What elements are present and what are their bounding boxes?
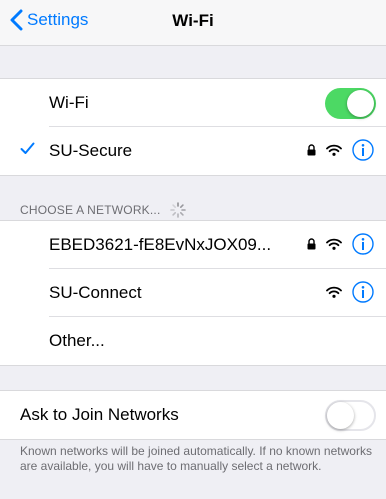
checkmark-icon [20,142,35,154]
info-icon[interactable] [352,233,374,255]
ask-to-join-footer: Known networks will be joined automatica… [20,444,372,473]
network-row[interactable]: EBED3621-fE8EvNxJOX09... [0,221,386,269]
wifi-toggle-knob [347,90,374,117]
wifi-group: Wi-Fi SU-Secure [0,78,386,176]
wifi-toggle[interactable] [325,88,376,119]
lock-icon [307,144,316,156]
connected-network-row[interactable]: SU-Secure [0,127,386,175]
ask-to-join-label: Ask to Join Networks [20,405,179,424]
networks-group: EBED3621-fE8EvNxJOX09... SU-Connect Othe… [0,220,386,366]
choose-network-label: CHOOSE A NETWORK... [20,203,161,217]
wifi-icon [326,144,342,156]
lock-icon [307,238,316,250]
other-network-label: Other... [49,331,105,350]
navigation-bar: Settings Wi-Fi [0,0,386,46]
choose-network-header: CHOOSE A NETWORK... [20,201,187,219]
ask-to-join-row: Ask to Join Networks [0,391,386,439]
info-icon[interactable] [352,139,374,161]
wifi-icon [326,238,342,250]
network-row[interactable]: SU-Connect [0,269,386,317]
wifi-label: Wi-Fi [49,93,89,112]
spinner-icon [169,202,186,218]
network-name: SU-Connect [49,283,142,302]
info-icon[interactable] [352,281,374,303]
ask-to-join-group: Ask to Join Networks [0,390,386,440]
wifi-icon [326,286,342,298]
other-network-row[interactable]: Other... [0,317,386,365]
page-title: Wi-Fi [172,11,214,30]
ask-to-join-toggle[interactable] [325,400,376,431]
ask-to-join-toggle-knob [327,402,354,429]
connected-network-name: SU-Secure [49,141,133,160]
wifi-toggle-row: Wi-Fi [0,79,386,127]
network-name: EBED3621-fE8EvNxJOX09... [49,235,272,254]
